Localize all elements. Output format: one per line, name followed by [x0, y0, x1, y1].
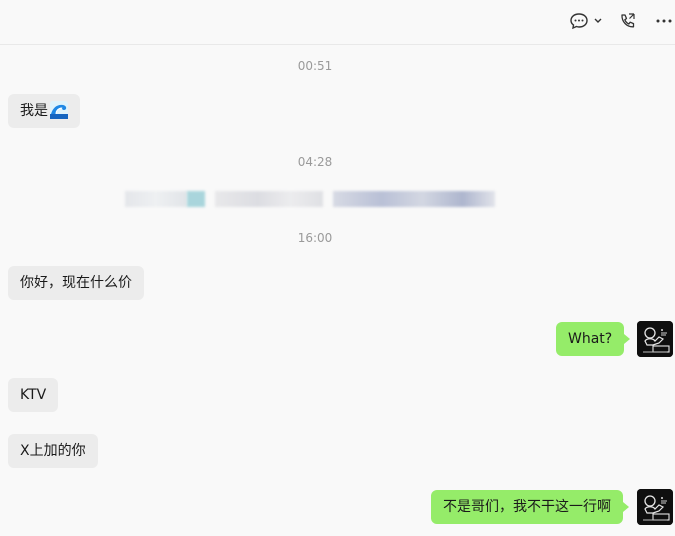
message-text: 我是: [20, 103, 48, 119]
chat-toolbar: [0, 0, 675, 45]
timestamp: 00:51: [297, 59, 333, 73]
blurred-content: [125, 191, 505, 207]
message-bubble-incoming[interactable]: 你好，现在什么价: [8, 266, 144, 300]
blurred-segment: [125, 191, 187, 207]
phone-call-icon[interactable]: [618, 10, 642, 34]
avatar[interactable]: [637, 489, 673, 525]
chat-bubble-icon[interactable]: [569, 10, 593, 34]
avatar[interactable]: [637, 321, 673, 357]
message-bubble-incoming[interactable]: X上加的你: [8, 434, 98, 468]
timestamp: 04:28: [297, 155, 333, 169]
avatar-image-icon: [637, 321, 673, 357]
message-bubble-outgoing[interactable]: What?: [556, 322, 631, 356]
avatar-image-icon: [637, 489, 673, 525]
wave-emoji-icon: [50, 98, 68, 119]
timestamp: 16:00: [297, 231, 333, 245]
message-bubble-incoming[interactable]: KTV: [8, 378, 59, 412]
more-icon[interactable]: [654, 10, 675, 34]
chevron-down-icon[interactable]: [592, 10, 604, 34]
blurred-segment: [187, 191, 205, 207]
message-bubble-outgoing[interactable]: 不是哥们，我不干这一行啊: [431, 490, 629, 524]
blurred-segment: [215, 191, 323, 207]
message-bubble-incoming[interactable]: 我是: [8, 94, 80, 128]
blurred-segment: [333, 191, 495, 207]
